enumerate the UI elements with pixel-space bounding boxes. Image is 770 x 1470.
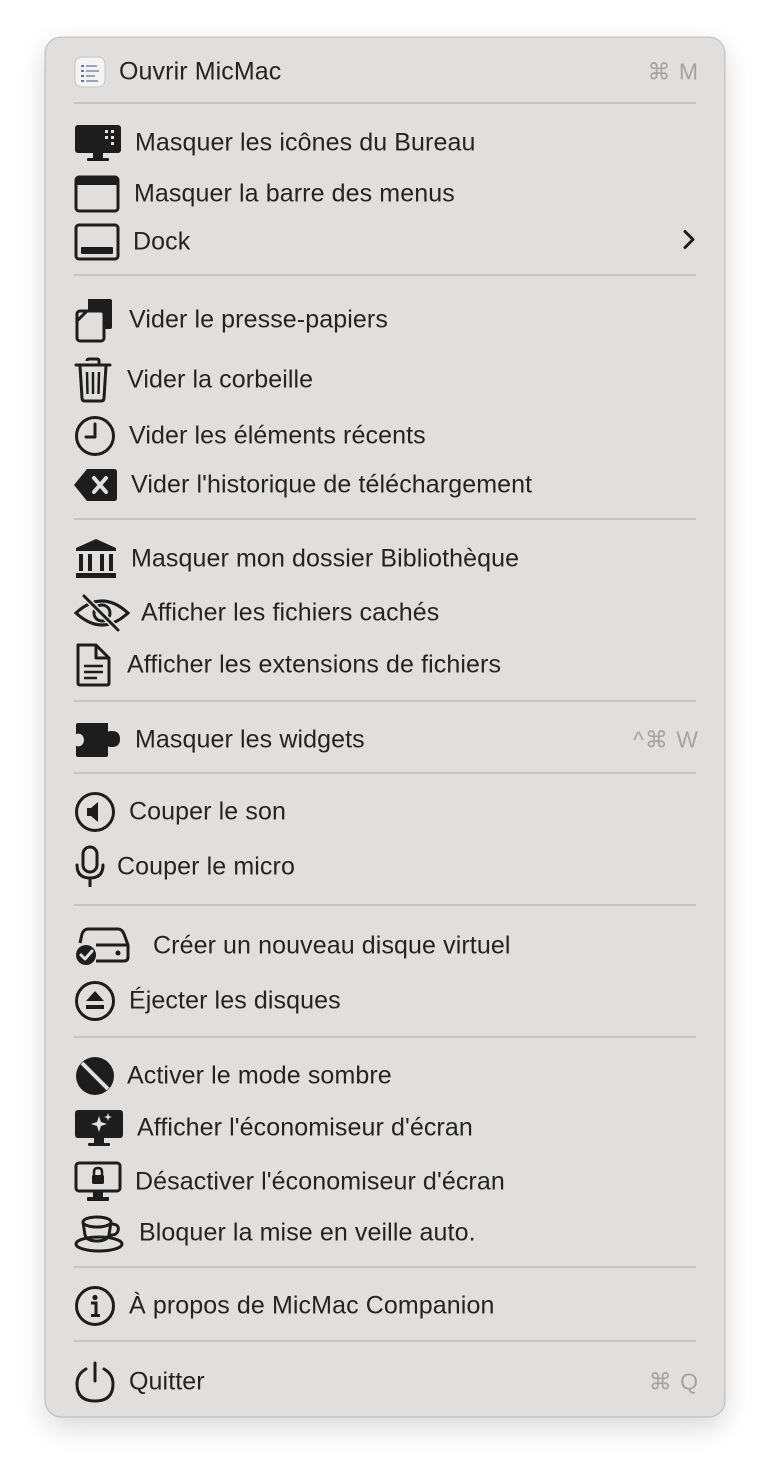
menu-item-label: Afficher les fichiers cachés [141, 598, 440, 627]
menu-item-label: Dock [133, 227, 191, 256]
trash-icon [74, 357, 112, 403]
menu-item-clear-downloads[interactable]: Vider l'historique de téléchargement [46, 462, 726, 508]
menu-item-label: Activer le mode sombre [127, 1061, 392, 1090]
separator [74, 1340, 696, 1342]
keyboard-shortcut: ⌘ Q [648, 1368, 699, 1395]
menu-item-empty-trash[interactable]: Vider la corbeille [46, 357, 726, 403]
menu-item-label: Vider les éléments récents [129, 421, 426, 450]
desktop-icon [74, 123, 122, 163]
menu-item-label: Ouvrir MicMac [119, 57, 282, 86]
bank-icon [74, 538, 118, 580]
menu-item-about[interactable]: À propos de MicMac Companion [46, 1283, 726, 1329]
menu-item-label: Couper le son [129, 797, 286, 826]
menu-item-hide-desktop-icons[interactable]: Masquer les icônes du Bureau [46, 120, 726, 166]
delete-key-icon [74, 467, 118, 503]
separator [74, 102, 696, 104]
menu-item-mute-sound[interactable]: Couper le son [46, 789, 726, 835]
document-icon [74, 643, 112, 687]
menu-item-mute-mic[interactable]: Couper le micro [46, 844, 726, 890]
microphone-icon [74, 845, 106, 889]
screen-lock-icon [74, 1161, 122, 1203]
menu-item-hide-widgets[interactable]: Masquer les widgets ^⌘ W [46, 717, 726, 763]
menu-item-eject-disks[interactable]: Éjecter les disques [46, 978, 726, 1024]
chevron-right-icon [682, 229, 696, 256]
menu-item-dock[interactable]: Dock [46, 219, 726, 265]
eye-slash-icon [74, 593, 130, 633]
separator [74, 1266, 696, 1268]
menu-item-label: Masquer la barre des menus [134, 179, 455, 208]
menu-item-label: Bloquer la mise en veille auto. [139, 1218, 476, 1247]
menu-item-disable-screensaver[interactable]: Désactiver l'économiseur d'écran [46, 1159, 726, 1205]
menu-item-label: Afficher les extensions de fichiers [127, 650, 502, 679]
menu-item-hide-library[interactable]: Masquer mon dossier Bibliothèque [46, 536, 726, 582]
menu-item-show-extensions[interactable]: Afficher les extensions de fichiers [46, 642, 726, 688]
menu-item-label: Vider la corbeille [127, 365, 314, 394]
keyboard-shortcut: ^⌘ W [633, 726, 699, 753]
speaker-icon [74, 791, 116, 833]
keyboard-shortcut: ⌘ M [647, 58, 699, 85]
menu-item-label: Quitter [129, 1367, 205, 1396]
menu-item-label: Vider le presse-papiers [129, 305, 388, 334]
menu-item-show-hidden-files[interactable]: Afficher les fichiers cachés [46, 590, 726, 636]
menu-item-label: Couper le micro [117, 852, 295, 881]
menu-item-label: Masquer les icônes du Bureau [135, 128, 476, 157]
menu-item-prevent-sleep[interactable]: Bloquer la mise en veille auto. [46, 1210, 726, 1256]
separator [74, 1036, 696, 1038]
clock-icon [74, 415, 116, 457]
disk-check-icon [74, 925, 132, 967]
menu-item-dark-mode[interactable]: Activer le mode sombre [46, 1053, 726, 1099]
separator [74, 518, 696, 520]
menu-item-label: À propos de MicMac Companion [129, 1291, 495, 1320]
menu-item-label: Créer un nouveau disque virtuel [153, 931, 511, 960]
menu-item-quit[interactable]: Quitter ⌘ Q [46, 1359, 726, 1405]
menu-item-clear-clipboard[interactable]: Vider le presse-papiers [46, 297, 726, 343]
menu-item-label: Désactiver l'économiseur d'écran [135, 1167, 505, 1196]
menu-item-label: Vider l'historique de téléchargement [131, 470, 533, 499]
separator [74, 700, 696, 702]
puzzle-icon [74, 721, 124, 759]
menu-item-label: Afficher l'économiseur d'écran [137, 1113, 473, 1142]
dock-icon [74, 223, 120, 261]
separator [74, 772, 696, 774]
app-icon [74, 56, 106, 88]
window-icon [74, 175, 120, 213]
info-icon [74, 1285, 116, 1327]
eject-icon [74, 980, 116, 1022]
menu-item-show-screensaver[interactable]: Afficher l'économiseur d'écran [46, 1105, 726, 1151]
menu-item-label: Masquer mon dossier Bibliothèque [131, 544, 520, 573]
menu-item-create-virtual-disk[interactable]: Créer un nouveau disque virtuel [46, 923, 726, 969]
menu-item-label: Masquer les widgets [135, 725, 365, 754]
menu-item-hide-menu-bar[interactable]: Masquer la barre des menus [46, 171, 726, 217]
separator [74, 904, 696, 906]
power-icon [74, 1360, 116, 1404]
menu-item-open-micmac[interactable]: Ouvrir MicMac ⌘ M [46, 49, 726, 95]
separator [74, 274, 696, 276]
menu-item-label: Éjecter les disques [129, 986, 341, 1015]
screensaver-icon [74, 1108, 124, 1148]
menu-item-clear-recents[interactable]: Vider les éléments récents [46, 413, 726, 459]
cup-icon [74, 1213, 128, 1253]
circle-slash-icon [74, 1055, 116, 1097]
clipboard-icon [74, 297, 114, 343]
menu-panel: Ouvrir MicMac ⌘ M Masquer les icônes du … [45, 37, 725, 1417]
